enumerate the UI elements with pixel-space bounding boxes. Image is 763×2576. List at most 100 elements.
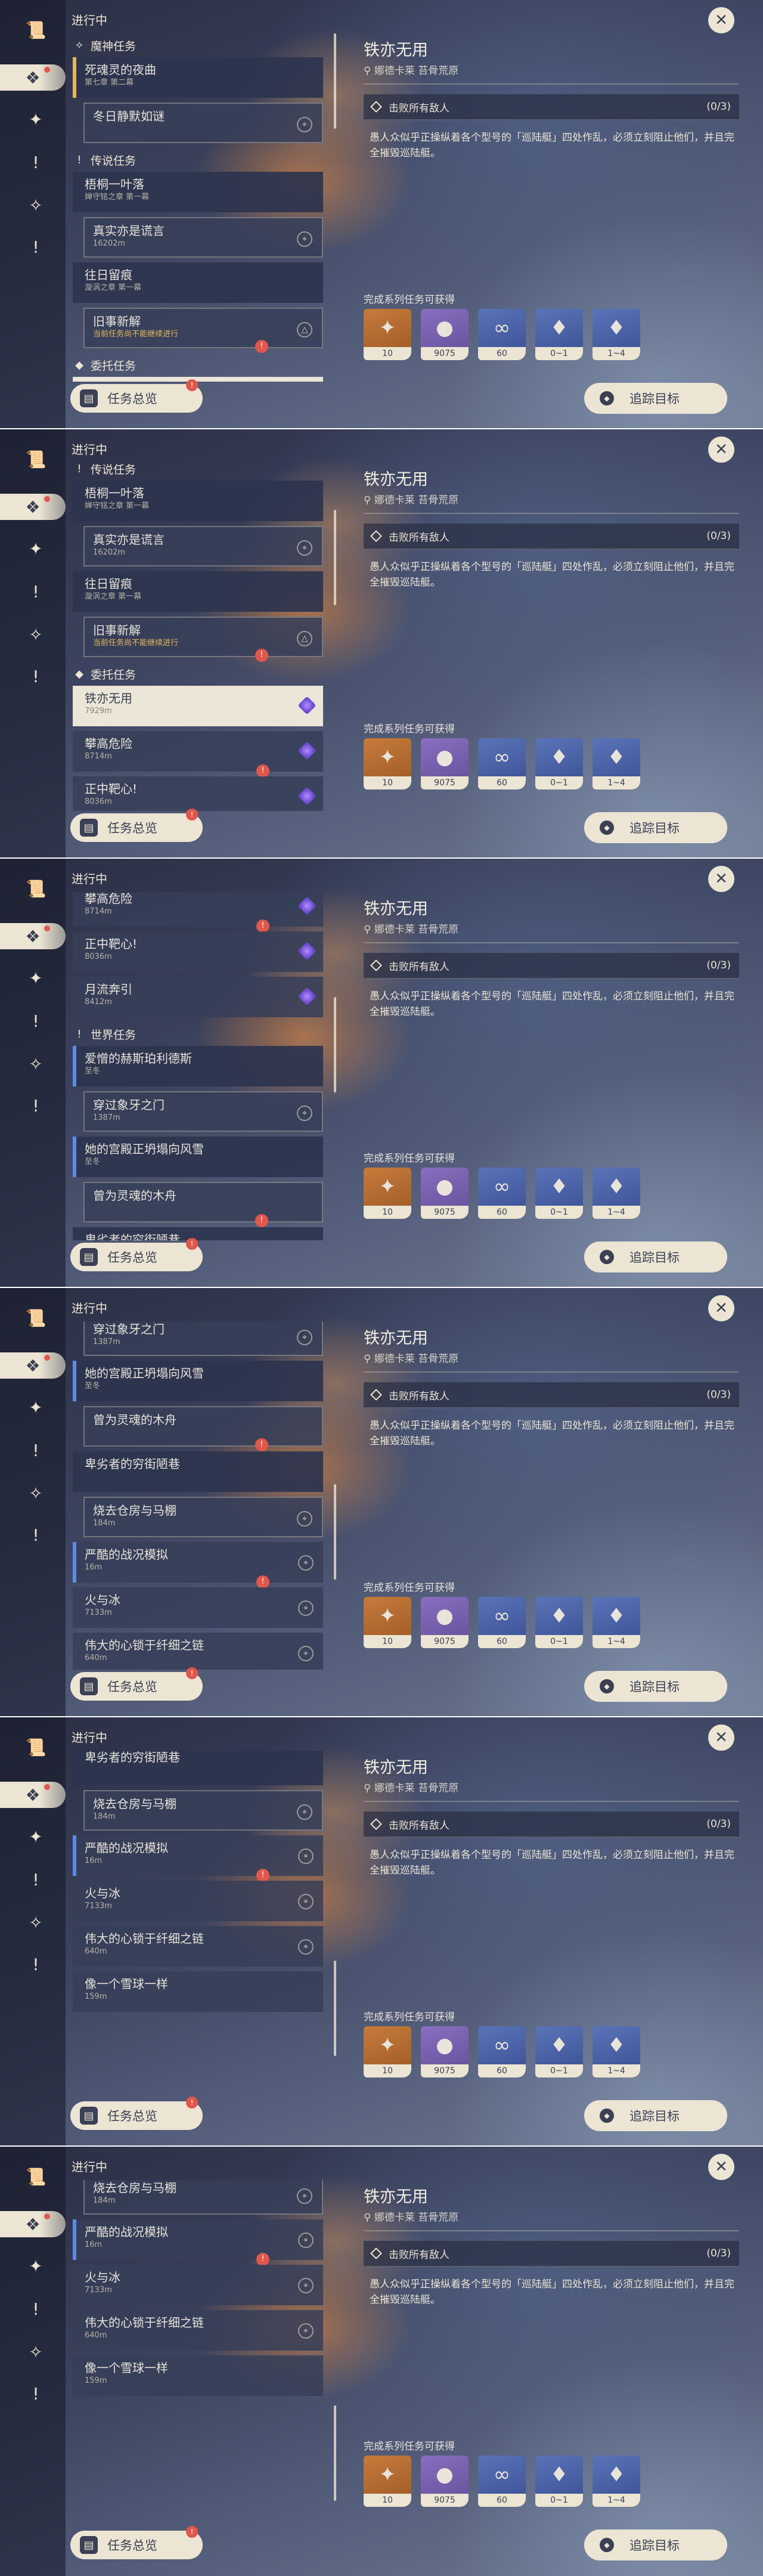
reward-item[interactable]: ♦ 0~1 [535, 309, 583, 360]
map-pin-icon[interactable]: ⌖ [298, 1939, 314, 1955]
quest-item[interactable]: 死魂灵的夜曲 第七章 第二幕 [73, 57, 323, 98]
quest-item[interactable]: 梧桐一叶落 婵守铭之章 第一幕 [73, 172, 323, 212]
close-icon[interactable]: ✕ [708, 436, 734, 463]
map-pin-icon[interactable]: ⌖ [297, 1106, 312, 1121]
reward-item[interactable]: ✦ 10 [364, 1597, 411, 1648]
rail-quest-diamond-icon[interactable]: ❖ [0, 64, 66, 91]
track-target-button[interactable]: ◆ 追踪目标 [584, 383, 727, 414]
map-pin-icon[interactable]: ⌖ [298, 1555, 314, 1571]
reward-item[interactable]: ✦ 10 [364, 2456, 411, 2507]
quest-item[interactable]: 她的宫殿正坍塌向风雪 至冬 [73, 1361, 323, 1401]
rail-scroll-icon[interactable]: 📜 [23, 875, 49, 902]
reward-item[interactable]: ● 9075 [421, 1597, 469, 1648]
quest-overview-button[interactable]: ▤ 任务总览! [70, 2097, 203, 2130]
rail-compass-icon[interactable]: ✦ [23, 535, 49, 562]
close-icon[interactable]: ✕ [708, 1724, 734, 1751]
quest-item[interactable]: 往日留痕 漩涡之章 第一幕 [73, 262, 323, 303]
quest-item[interactable]: 火与冰 7133m ⌖ [73, 2265, 323, 2305]
rail-exclaim-icon[interactable]: ! [23, 1866, 49, 1893]
map-pin-icon[interactable]: ⌖ [297, 540, 312, 556]
quest-item[interactable]: 攀高危险 8714m! [73, 892, 323, 933]
quest-item[interactable]: 伟大的心锁于纤细之链 640m ⌖ [73, 1926, 323, 1967]
quest-item[interactable]: 正中靶心! 8036m [73, 931, 323, 972]
quest-item[interactable]: 卑劣者的穷街陋巷 [73, 1451, 323, 1492]
quest-item[interactable]: 往日留痕 漩涡之章 第一幕 [73, 571, 323, 612]
quest-item[interactable]: 烧去仓房与马棚 184m ⌖ [83, 2180, 323, 2215]
list-scrollbar[interactable] [334, 1484, 336, 1580]
reward-item[interactable]: ● 9075 [421, 738, 469, 789]
reward-item[interactable]: ♦ 1~4 [593, 1597, 640, 1648]
reward-item[interactable]: ∞ 60 [478, 738, 526, 789]
quest-list-scroll[interactable]: ✧魔神任务死魂灵的夜曲第七章 第二幕冬日静默如谜⌖!传说任务梧桐一叶落婵守铭之章… [66, 1751, 334, 2099]
quest-item[interactable]: 梧桐一叶落 婵守铭之章 第一幕 [73, 481, 323, 521]
rail-quest-diamond-icon[interactable]: ❖ [0, 1782, 66, 1808]
rail-exclaim-icon[interactable]: ! [23, 1522, 49, 1548]
quest-item[interactable]: 严酷的战况模拟 16m ⌖! [73, 1835, 323, 1882]
quest-list-scroll[interactable]: ✧魔神任务死魂灵的夜曲第七章 第二幕冬日静默如谜⌖!传说任务梧桐一叶落婵守铭之章… [66, 463, 334, 811]
quest-overview-button[interactable]: ▤ 任务总览! [70, 1238, 203, 1271]
rail-exclaim-icon[interactable]: ! [23, 234, 49, 260]
rail-quest-diamond-icon[interactable]: ❖ [0, 494, 66, 520]
rail-exclaim-icon[interactable]: ! [23, 1092, 49, 1119]
list-scrollbar[interactable] [334, 997, 336, 1092]
map-pin-icon[interactable]: ⌖ [298, 2233, 314, 2248]
quest-item[interactable]: 她的宫殿正坍塌向风雪 至冬 [73, 1137, 323, 1177]
rail-exclaim-icon[interactable]: ! [23, 2380, 49, 2407]
reward-item[interactable]: ✦ 10 [364, 1168, 411, 1219]
rail-world-icon[interactable]: ✧ [23, 621, 49, 648]
rail-quest-diamond-icon[interactable]: ❖ [0, 2211, 66, 2237]
reward-item[interactable]: ● 9075 [421, 2026, 469, 2077]
reward-item[interactable]: ♦ 1~4 [593, 2026, 640, 2077]
map-pin-icon[interactable]: ⌖ [297, 1511, 312, 1527]
quest-item[interactable]: 真实亦是谎言 16202m ⌖ [83, 217, 323, 258]
quest-list-scroll[interactable]: ✧魔神任务死魂灵的夜曲第七章 第二幕冬日静默如谜⌖!传说任务梧桐一叶落婵守铭之章… [66, 2180, 334, 2528]
rail-quest-diamond-icon[interactable]: ❖ [0, 923, 66, 949]
map-pin-icon[interactable]: ⌖ [298, 2323, 314, 2339]
rail-exclaim-icon[interactable]: ! [23, 578, 49, 605]
rail-world-icon[interactable]: ✧ [23, 2339, 49, 2365]
quest-item[interactable]: 攀高危险 8714m! [73, 731, 323, 778]
quest-item[interactable]: 伟大的心锁于纤细之链 640m ⌖ [73, 1633, 323, 1670]
rail-exclaim-icon[interactable]: ! [23, 149, 49, 175]
rail-exclaim-icon[interactable]: ! [23, 663, 49, 689]
rail-scroll-icon[interactable]: 📜 [23, 17, 49, 43]
quest-item[interactable]: 火与冰 7133m ⌖ [73, 1881, 323, 1921]
reward-item[interactable]: ♦ 1~4 [593, 1168, 640, 1219]
rail-exclaim-icon[interactable]: ! [23, 2296, 49, 2322]
rail-compass-icon[interactable]: ✦ [23, 2253, 49, 2279]
track-target-button[interactable]: ◆ 追踪目标 [584, 812, 727, 843]
track-target-button[interactable]: ◆ 追踪目标 [584, 2529, 727, 2560]
rail-exclaim-icon[interactable]: ! [23, 1437, 49, 1463]
reward-item[interactable]: ✦ 10 [364, 309, 411, 360]
quest-item[interactable]: 正中靶心! 8036m [73, 776, 323, 811]
rail-scroll-icon[interactable]: 📜 [23, 446, 49, 472]
rail-exclaim-icon[interactable]: ! [23, 1008, 49, 1034]
rail-compass-icon[interactable]: ✦ [23, 1823, 49, 1850]
quest-item[interactable]: 穿过象牙之门 1387m ⌖ [83, 1321, 323, 1356]
quest-list-scroll[interactable]: ✧魔神任务死魂灵的夜曲第七章 第二幕冬日静默如谜⌖!传说任务梧桐一叶落婵守铭之章… [66, 892, 334, 1240]
quest-item[interactable]: 伟大的心锁于纤细之链 640m ⌖ [73, 2310, 323, 2351]
reward-item[interactable]: ♦ 1~4 [593, 738, 640, 789]
map-pin-icon[interactable]: ⌖ [298, 2278, 314, 2293]
quest-overview-button[interactable]: ▤ 任务总览! [70, 1667, 203, 1701]
quest-item[interactable]: 旧事新解 当前任务尚不能继续进行 △! [83, 308, 323, 353]
list-scrollbar[interactable] [334, 33, 336, 129]
close-icon[interactable]: ✕ [708, 2154, 734, 2180]
close-icon[interactable]: ✕ [708, 7, 734, 33]
reward-item[interactable]: ✦ 10 [364, 738, 411, 789]
quest-item[interactable]: 火与冰 7133m ⌖ [73, 1587, 323, 1628]
quest-item[interactable]: 铁亦无用7929m [73, 377, 323, 382]
reward-item[interactable]: ✦ 10 [364, 2026, 411, 2077]
map-pin-icon[interactable]: ⌖ [297, 1330, 312, 1345]
quest-item[interactable]: 爱憎的赫斯珀利德斯 至冬 [73, 1046, 323, 1086]
quest-item[interactable]: 严酷的战况模拟 16m ⌖! [73, 2219, 323, 2266]
rail-scroll-icon[interactable]: 📜 [23, 2163, 49, 2190]
reward-item[interactable]: ♦ 0~1 [535, 2026, 583, 2077]
rail-world-icon[interactable]: ✧ [23, 1051, 49, 1077]
quest-item[interactable]: 真实亦是谎言 16202m ⌖ [83, 526, 323, 566]
reward-item[interactable]: ● 9075 [421, 2456, 469, 2507]
map-pin-icon[interactable]: ⌖ [298, 1646, 314, 1661]
reward-item[interactable]: ♦ 1~4 [593, 2456, 640, 2507]
quest-item[interactable]: 像一个雪球一样 159m [73, 1971, 323, 2012]
map-pin-icon[interactable]: ⌖ [298, 1849, 314, 1864]
